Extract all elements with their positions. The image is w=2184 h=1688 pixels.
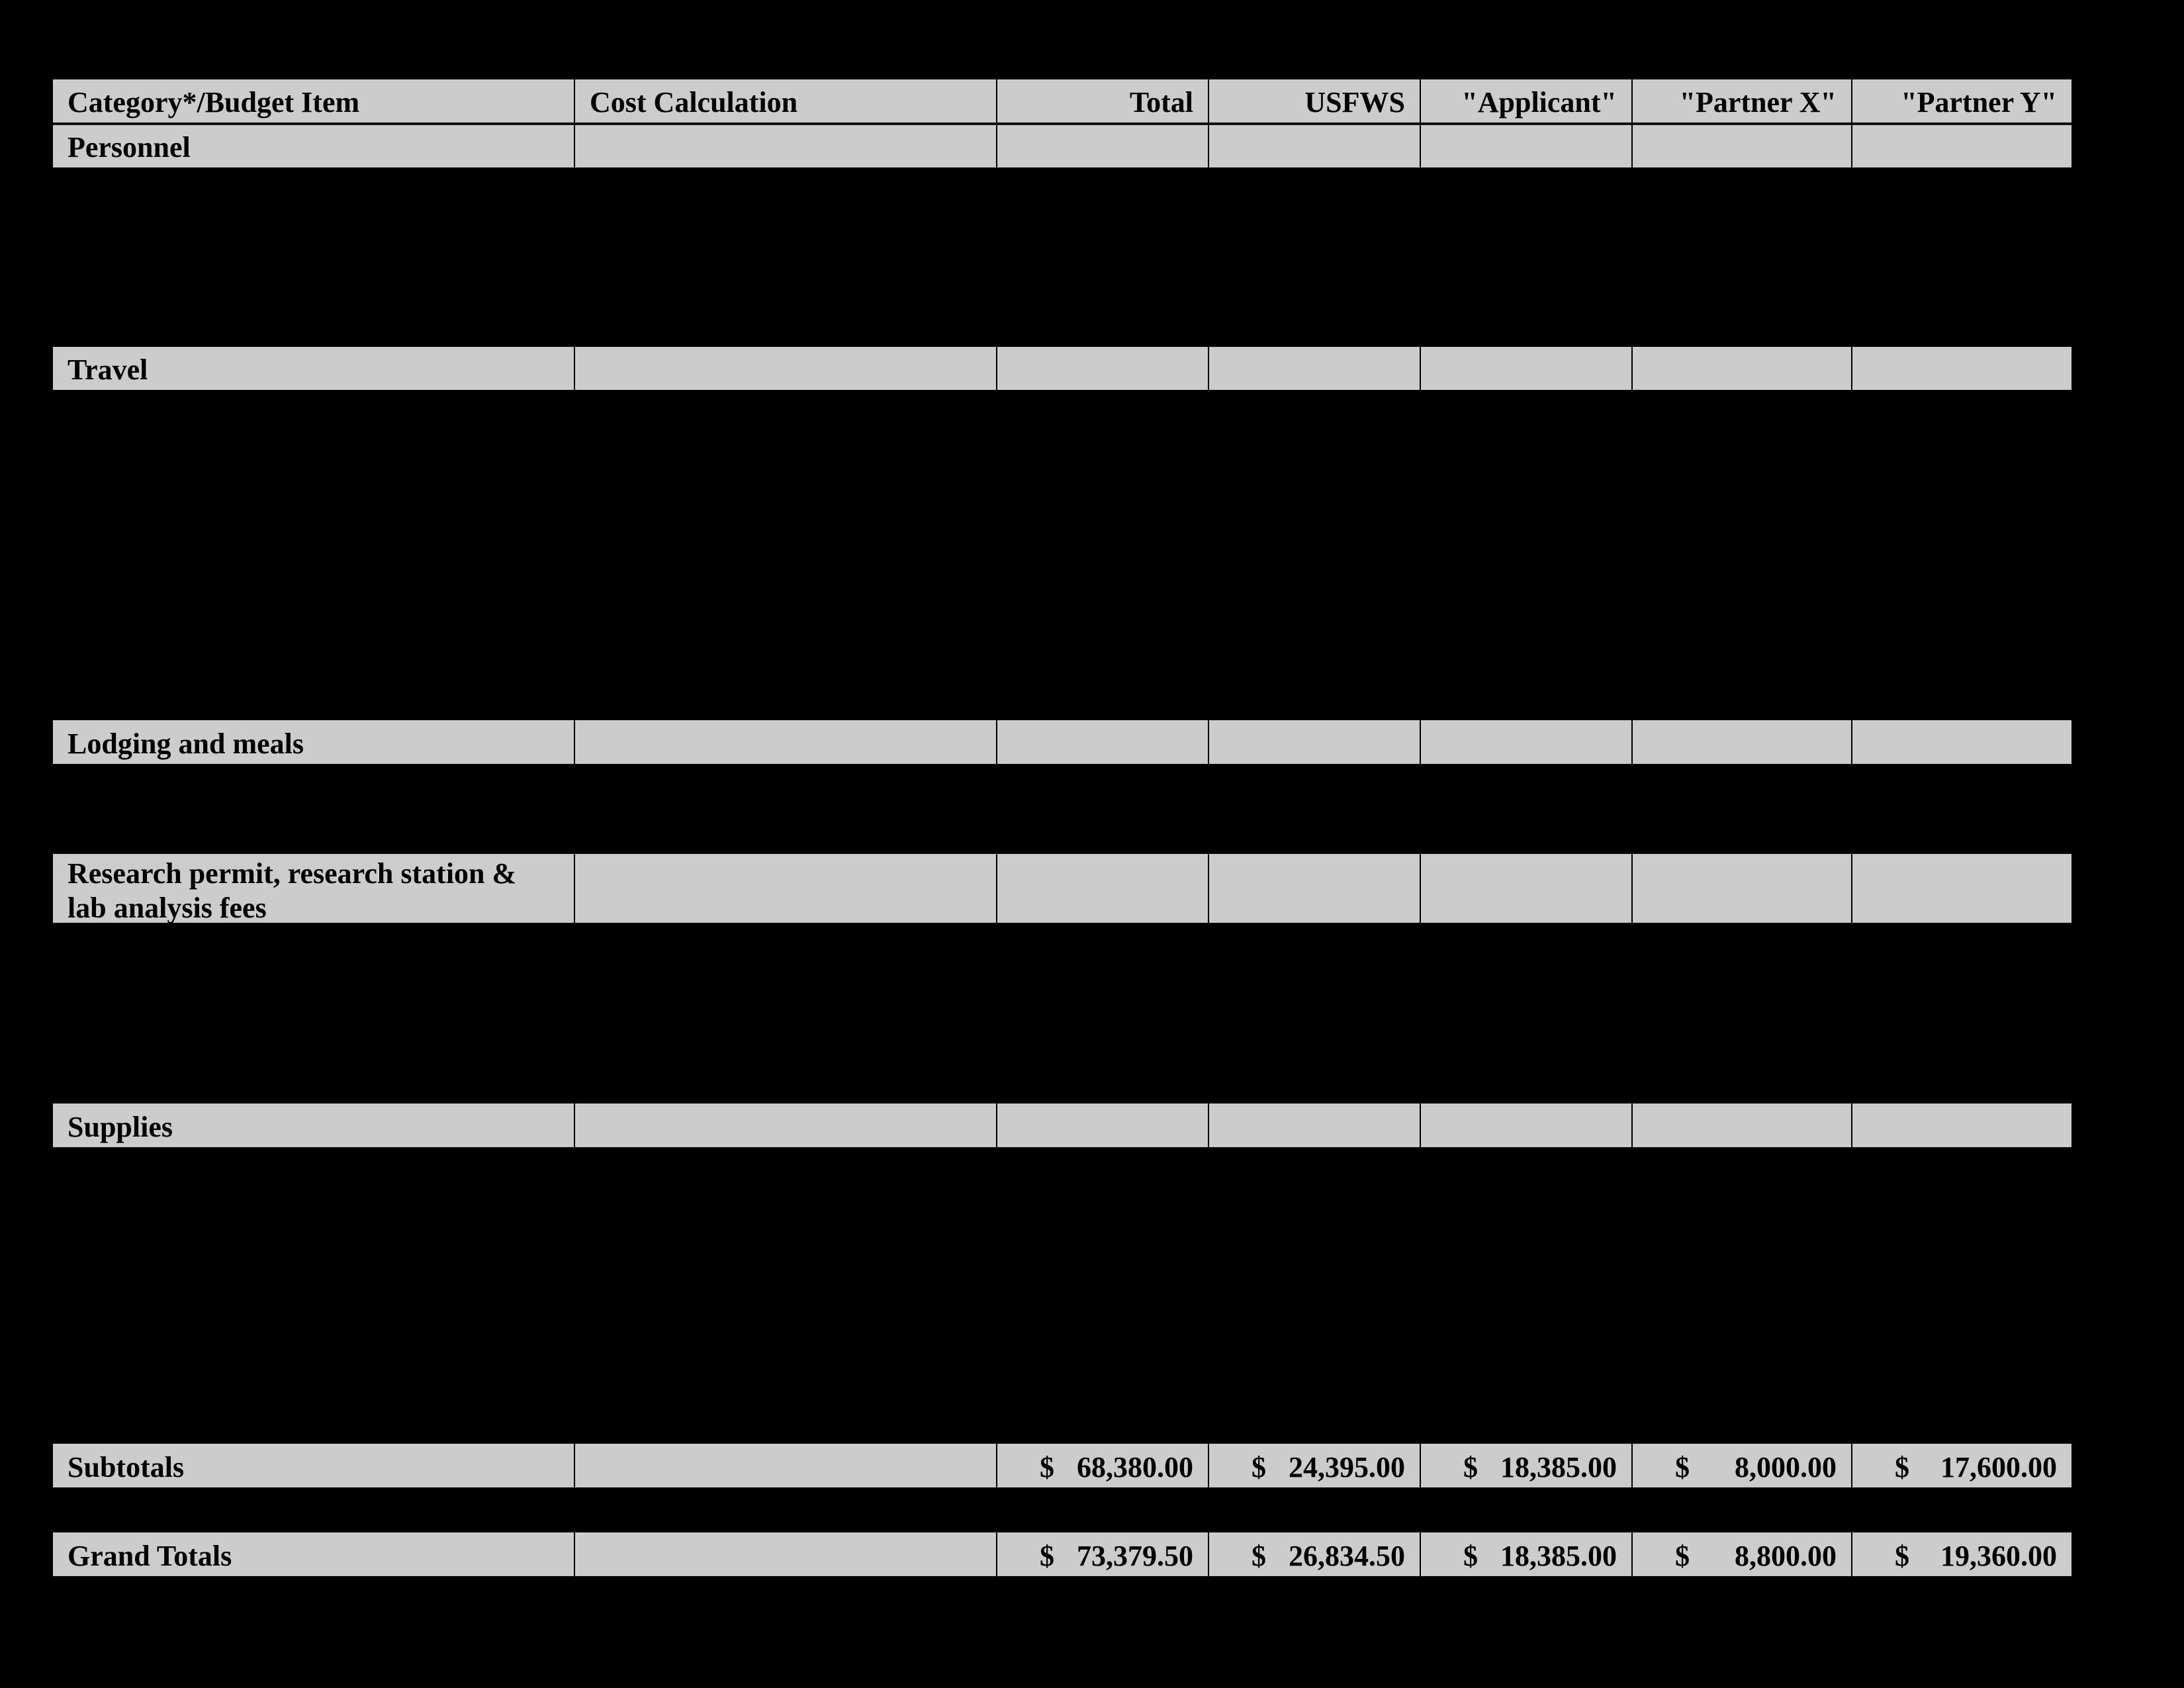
- amount: 73,379.50: [1077, 1540, 1193, 1572]
- header-cost-calculation: Cost Calculation: [575, 79, 997, 122]
- grand-total-partner-x: $ 8,800.00: [1633, 1532, 1852, 1576]
- usfws-cell: [1209, 720, 1421, 764]
- amount: 18,385.00: [1500, 1540, 1617, 1572]
- amount: 8,800.00: [1735, 1540, 1837, 1572]
- category-label: Research permit, research station & lab …: [53, 854, 575, 924]
- grand-totals-row: Grand Totals $ 73,379.50 $ 26,834.50 $ 1…: [53, 1532, 2071, 1576]
- grand-total-usfws: $ 26,834.50: [1209, 1532, 1421, 1576]
- header-applicant: "Applicant": [1421, 79, 1633, 122]
- currency-symbol: $: [1675, 1451, 1690, 1483]
- cost-calculation-cell: [575, 347, 997, 390]
- amount: 26,834.50: [1289, 1540, 1405, 1572]
- applicant-cell: [1421, 347, 1633, 390]
- currency-symbol: $: [1895, 1451, 1909, 1483]
- cost-calculation-cell: [575, 854, 997, 923]
- amount: 17,600.00: [1940, 1451, 2057, 1483]
- usfws-cell: [1209, 125, 1421, 167]
- total-cell: [997, 1103, 1209, 1147]
- header-partner-y: "Partner Y": [1901, 86, 2057, 118]
- category-row-personnel: Personnel: [53, 125, 2071, 167]
- cost-calculation-cell: [575, 720, 997, 764]
- currency-symbol: $: [1251, 1540, 1266, 1572]
- grand-total-applicant: $ 18,385.00: [1421, 1532, 1633, 1576]
- category-label: Lodging and meals: [53, 720, 575, 764]
- currency-symbol: $: [1895, 1540, 1909, 1572]
- total-cell: [997, 125, 1209, 167]
- cost-calculation-cell: [575, 1532, 997, 1576]
- partner-y-cell: [1852, 347, 2071, 390]
- subtotal-usfws: $ 24,395.00: [1209, 1444, 1421, 1487]
- applicant-cell: [1421, 1103, 1633, 1147]
- applicant-cell: [1421, 125, 1633, 167]
- applicant-cell: [1421, 720, 1633, 764]
- category-row-lodging: Lodging and meals: [53, 720, 2071, 764]
- category-row-travel: Travel: [53, 347, 2071, 390]
- cost-calculation-cell: [575, 1103, 997, 1147]
- subtotals-label: Subtotals: [53, 1444, 575, 1487]
- amount: 19,360.00: [1940, 1540, 2057, 1572]
- subtotal-applicant: $ 18,385.00: [1421, 1444, 1633, 1487]
- amount: 8,000.00: [1735, 1451, 1837, 1483]
- header-partner-x: "Partner X": [1633, 79, 1852, 122]
- header-category: Category*/Budget Item: [53, 79, 575, 122]
- currency-symbol: $: [1040, 1451, 1054, 1483]
- subtotal-partner-y: $ 17,600.00: [1852, 1444, 2071, 1487]
- grand-total-total: $ 73,379.50: [997, 1532, 1209, 1576]
- category-row-research-fees: Research permit, research station & lab …: [53, 854, 2071, 924]
- currency-symbol: $: [1463, 1540, 1478, 1572]
- total-cell: [997, 720, 1209, 764]
- category-label: Travel: [53, 347, 575, 390]
- partner-x-cell: [1633, 347, 1852, 390]
- cost-calculation-cell: [575, 1444, 997, 1487]
- subtotal-total: $ 68,380.00: [997, 1444, 1209, 1487]
- partner-x-cell: [1633, 854, 1852, 923]
- amount: 18,385.00: [1500, 1451, 1617, 1483]
- table-header-row: Category*/Budget Item Cost Calculation T…: [53, 79, 2071, 125]
- amount: 24,395.00: [1289, 1451, 1405, 1483]
- grand-total-partner-y: $ 19,360.00: [1852, 1532, 2071, 1576]
- partner-y-cell: [1852, 1103, 2071, 1147]
- subtotals-row: Subtotals $ 68,380.00 $ 24,395.00 $ 18,3…: [53, 1444, 2071, 1487]
- category-label: Supplies: [53, 1103, 575, 1147]
- currency-symbol: $: [1675, 1540, 1690, 1572]
- currency-symbol: $: [1251, 1451, 1266, 1483]
- partner-y-cell: [1852, 125, 2071, 167]
- partner-y-cell: [1852, 720, 2071, 764]
- partner-x-cell: [1633, 125, 1852, 167]
- subtotal-partner-x: $ 8,000.00: [1633, 1444, 1852, 1487]
- category-row-supplies: Supplies: [53, 1103, 2071, 1147]
- currency-symbol: $: [1040, 1540, 1054, 1572]
- total-cell: [997, 347, 1209, 390]
- amount: 68,380.00: [1077, 1451, 1193, 1483]
- category-label: Personnel: [53, 125, 575, 167]
- cost-calculation-cell: [575, 125, 997, 167]
- usfws-cell: [1209, 1103, 1421, 1147]
- usfws-cell: [1209, 854, 1421, 923]
- total-cell: [997, 854, 1209, 923]
- grand-totals-label: Grand Totals: [53, 1532, 575, 1576]
- currency-symbol: $: [1463, 1451, 1478, 1483]
- partner-y-cell: [1852, 854, 2071, 923]
- partner-x-cell: [1633, 720, 1852, 764]
- partner-x-cell: [1633, 1103, 1852, 1147]
- header-usfws: USFWS: [1209, 79, 1421, 122]
- applicant-cell: [1421, 854, 1633, 923]
- header-total: Total: [997, 79, 1209, 122]
- usfws-cell: [1209, 347, 1421, 390]
